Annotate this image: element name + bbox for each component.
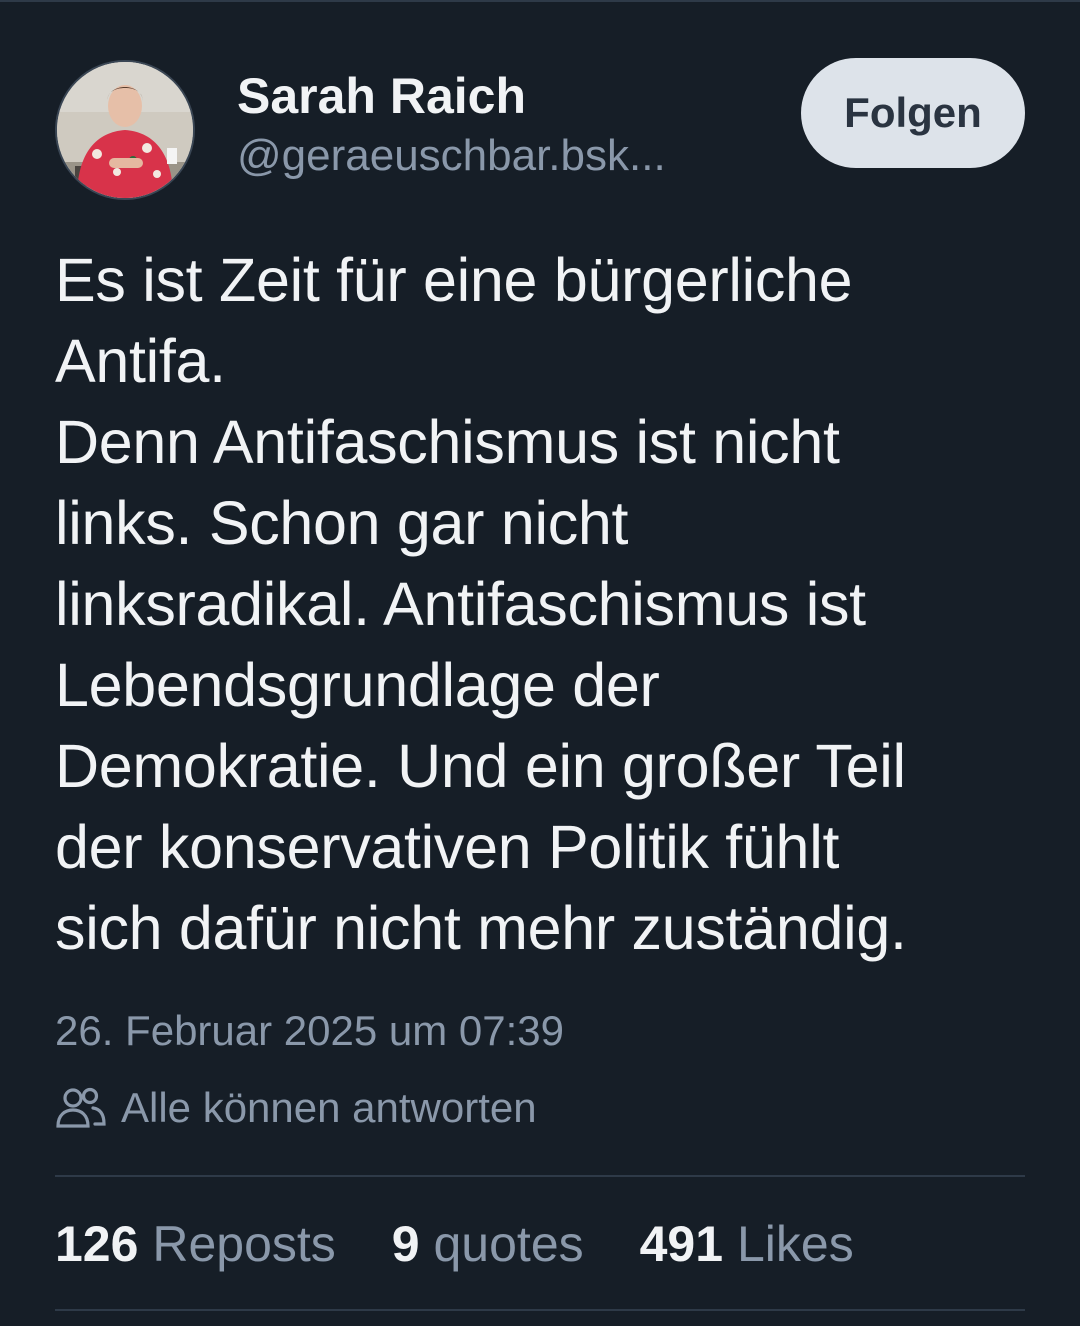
reply-setting: Alle können antworten xyxy=(55,1080,537,1136)
post-timestamp[interactable]: 26. Februar 2025 um 07:39 xyxy=(55,1004,564,1058)
avatar-image xyxy=(57,62,193,198)
post-stats: 126 Reposts 9 quotes 491 Likes xyxy=(55,1212,910,1276)
author-handle[interactable]: @geraeuschbar.bsk... xyxy=(237,128,777,184)
follow-button[interactable]: Folgen xyxy=(801,58,1025,168)
likes-label: Likes xyxy=(736,1216,854,1272)
avatar[interactable] xyxy=(55,60,195,200)
stats-top-divider xyxy=(55,1175,1025,1177)
stats-bottom-divider xyxy=(55,1309,1025,1311)
post-header: Sarah Raich @geraeuschbar.bsk... Folgen xyxy=(55,58,1025,200)
quotes-stat[interactable]: 9 quotes xyxy=(392,1215,584,1273)
quotes-count: 9 xyxy=(391,1216,420,1272)
author-identity: Sarah Raich @geraeuschbar.bsk... xyxy=(237,66,777,184)
top-divider xyxy=(0,0,1080,2)
quotes-label: quotes xyxy=(433,1216,584,1272)
likes-stat[interactable]: 491 Likes xyxy=(640,1215,854,1273)
likes-count: 491 xyxy=(639,1216,724,1272)
reply-setting-label: Alle können antworten xyxy=(121,1084,537,1131)
author-display-name[interactable]: Sarah Raich xyxy=(237,66,777,126)
reposts-count: 126 xyxy=(55,1216,139,1272)
reposts-label: Reposts xyxy=(152,1216,336,1272)
users-icon xyxy=(55,1086,107,1130)
reposts-stat[interactable]: 126 Reposts xyxy=(55,1215,336,1273)
post-text: Es ist Zeit für eine bürgerliche Antifa.… xyxy=(55,246,907,962)
